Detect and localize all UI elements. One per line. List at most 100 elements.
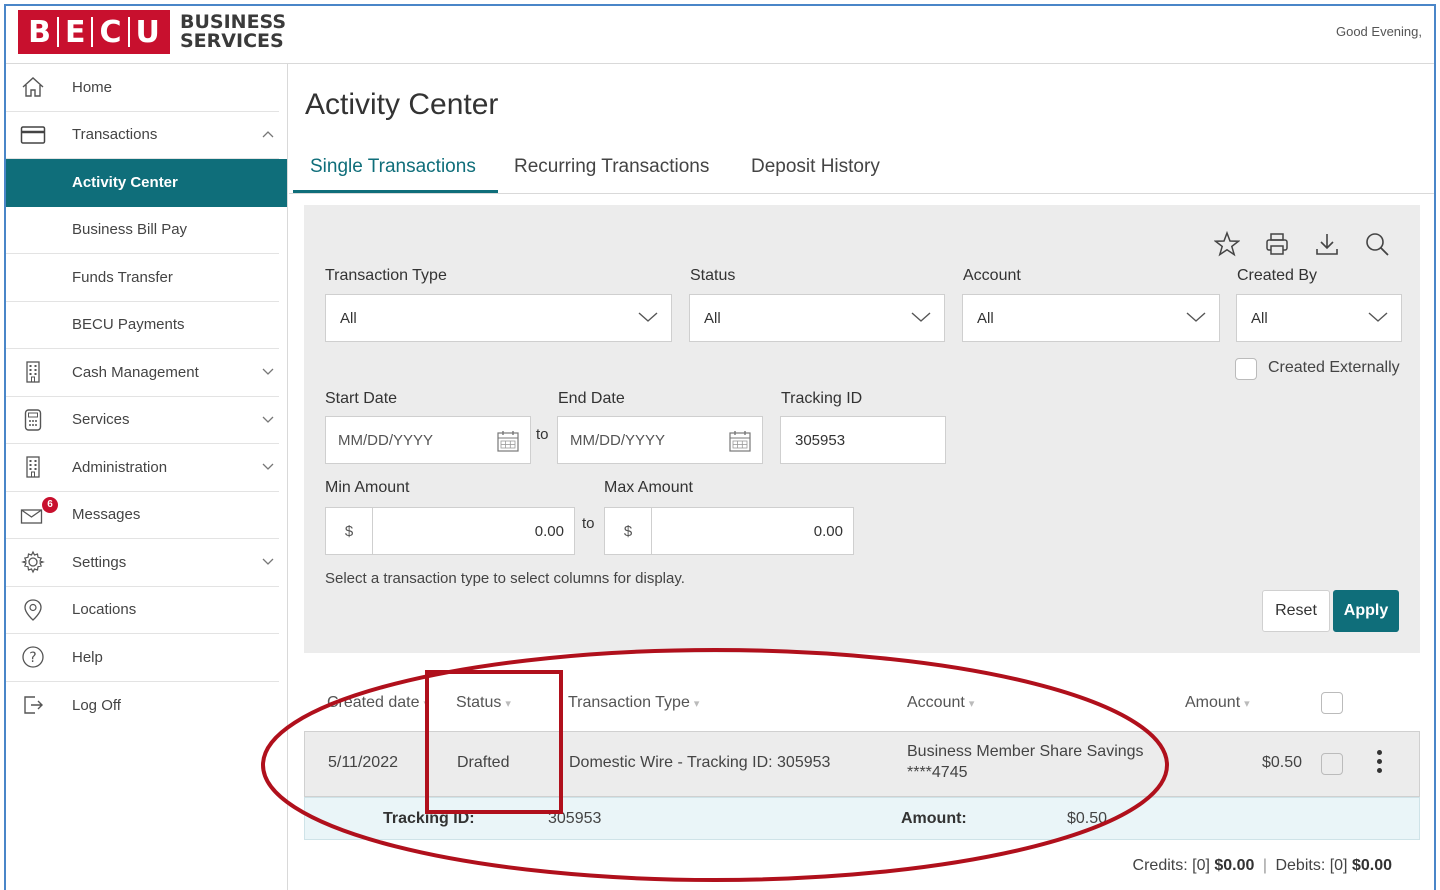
created-externally-checkbox[interactable] [1235,358,1257,380]
currency-symbol: $ [623,522,633,540]
detail-amount-value: $0.50 [1067,810,1108,827]
status-select[interactable]: All [689,294,945,342]
location-pin-icon [20,597,46,623]
cell-amount: $0.50 [1262,754,1303,771]
debits-label: Debits: [0] [1275,857,1348,874]
sidebar-item-administration[interactable]: Administration [6,444,279,492]
sidebar-item-messages[interactable]: 6 Messages [6,492,279,539]
gear-icon [20,549,46,575]
chevron-down-icon [261,555,275,569]
sidebar-item-label: Settings [72,553,127,571]
select-value: All [704,309,721,327]
transaction-type-label: Transaction Type [325,267,447,284]
logo-separator [127,17,130,47]
sidebar-item-becu-payments[interactable]: BECU Payments [6,302,279,349]
sidebar-item-business-bill-pay[interactable]: Business Bill Pay [6,207,279,254]
sidebar-item-activity-center[interactable]: Activity Center [6,159,287,207]
sidebar-item-label: Help [72,648,103,666]
row-actions-menu-icon[interactable] [1377,750,1383,777]
created-externally-label: Created Externally [1268,359,1400,376]
cell-transaction-type: Domestic Wire - Tracking ID: 305953 [569,754,831,771]
account-label: Account [963,267,1021,284]
column-header-amount[interactable]: Amount ▾ [1185,694,1250,712]
tab-recurring-transactions[interactable]: Recurring Transactions [514,156,709,192]
filter-panel: Transaction Type Status Account Created … [304,205,1420,653]
calendar-icon[interactable] [728,429,752,457]
column-header-transaction-type[interactable]: Transaction Type ▾ [568,694,699,712]
select-value: All [977,309,994,327]
max-amount-input[interactable]: 0.00 [651,507,854,555]
calculator-icon [20,407,46,433]
column-header-label: Created date [327,694,420,711]
annotation-highlight-box [425,670,563,814]
column-header-label: Amount [1185,694,1241,711]
svg-text:?: ? [29,650,36,666]
header: B E C U BUSINESS SERVICES Good Evening, [6,6,1434,64]
select-value: All [1251,309,1268,327]
status-label: Status [690,267,736,284]
active-tab-indicator [293,190,498,193]
chevron-down-icon [261,460,275,474]
sidebar-item-label: Locations [72,601,137,619]
becu-logo[interactable]: B E C U BUSINESS SERVICES [18,10,286,54]
row-select-checkbox[interactable] [1321,753,1343,775]
sidebar-item-log-off[interactable]: Log Off [6,682,279,730]
tab-deposit-history[interactable]: Deposit History [751,156,880,192]
chevron-down-icon [910,310,932,328]
end-date-label: End Date [558,390,625,407]
column-header-label: Account [907,694,965,711]
column-header-created-date[interactable]: Created date ▾ [327,694,429,712]
print-icon[interactable] [1262,229,1292,259]
debits-value: $0.00 [1351,857,1392,874]
tracking-id-value: 305953 [795,431,846,449]
sidebar-item-label: Activity Center [72,174,178,192]
messages-count-badge: 6 [42,496,58,513]
chevron-down-icon [261,413,275,427]
start-date-input[interactable]: MM/DD/YYYY [325,416,531,464]
sidebar-item-services[interactable]: Services [6,397,279,444]
calendar-icon[interactable] [496,429,520,457]
sidebar-item-label: Transactions [72,126,158,144]
chevron-down-icon [261,365,275,379]
start-date-placeholder: MM/DD/YYYY [338,431,434,449]
column-hint-text: Select a transaction type to select colu… [325,570,685,587]
date-range-to-label: to [536,426,549,443]
column-header-label: Transaction Type [568,694,690,711]
sidebar-item-locations[interactable]: Locations [6,587,279,634]
reset-button[interactable]: Reset [1262,590,1330,632]
sort-icon: ▾ [968,698,975,710]
download-icon[interactable] [1312,229,1342,259]
account-select[interactable]: All [962,294,1220,342]
logout-icon [20,692,46,718]
cell-account-number: ****4745 [907,764,968,781]
transaction-type-select[interactable]: All [325,294,672,342]
min-amount-input[interactable]: 0.00 [372,507,575,555]
sidebar-item-cash-management[interactable]: Cash Management [6,349,279,397]
tracking-id-input[interactable]: 305953 [780,416,946,464]
favorite-star-icon[interactable] [1212,229,1242,259]
sidebar-item-transactions[interactable]: Transactions [6,112,279,159]
apply-button[interactable]: Apply [1333,590,1399,632]
end-date-input[interactable]: MM/DD/YYYY [557,416,763,464]
max-amount-currency: $ [604,507,652,555]
sidebar: Home Transactions Activity Center Busine… [6,64,288,890]
chevron-down-icon [1185,310,1207,328]
sidebar-item-settings[interactable]: Settings [6,539,279,587]
sidebar-item-label: Messages [72,506,141,524]
sidebar-item-funds-transfer[interactable]: Funds Transfer [6,254,279,302]
sidebar-item-home[interactable]: Home [6,64,279,112]
credits-label: Credits: [0] [1132,857,1210,874]
created-by-select[interactable]: All [1236,294,1402,342]
building-icon [20,454,46,480]
min-amount-label: Min Amount [325,479,410,496]
totals-separator: | [1262,857,1268,874]
sidebar-item-label: Services [72,411,130,429]
select-all-checkbox[interactable] [1321,692,1343,714]
tab-single-transactions[interactable]: Single Transactions [310,156,476,192]
cell-created-date: 5/11/2022 [328,754,398,771]
sort-icon: ▾ [693,698,700,710]
search-icon[interactable] [1362,229,1392,259]
column-header-account[interactable]: Account ▾ [907,694,974,712]
sidebar-item-help[interactable]: ? Help [6,634,279,682]
card-icon [20,122,46,148]
